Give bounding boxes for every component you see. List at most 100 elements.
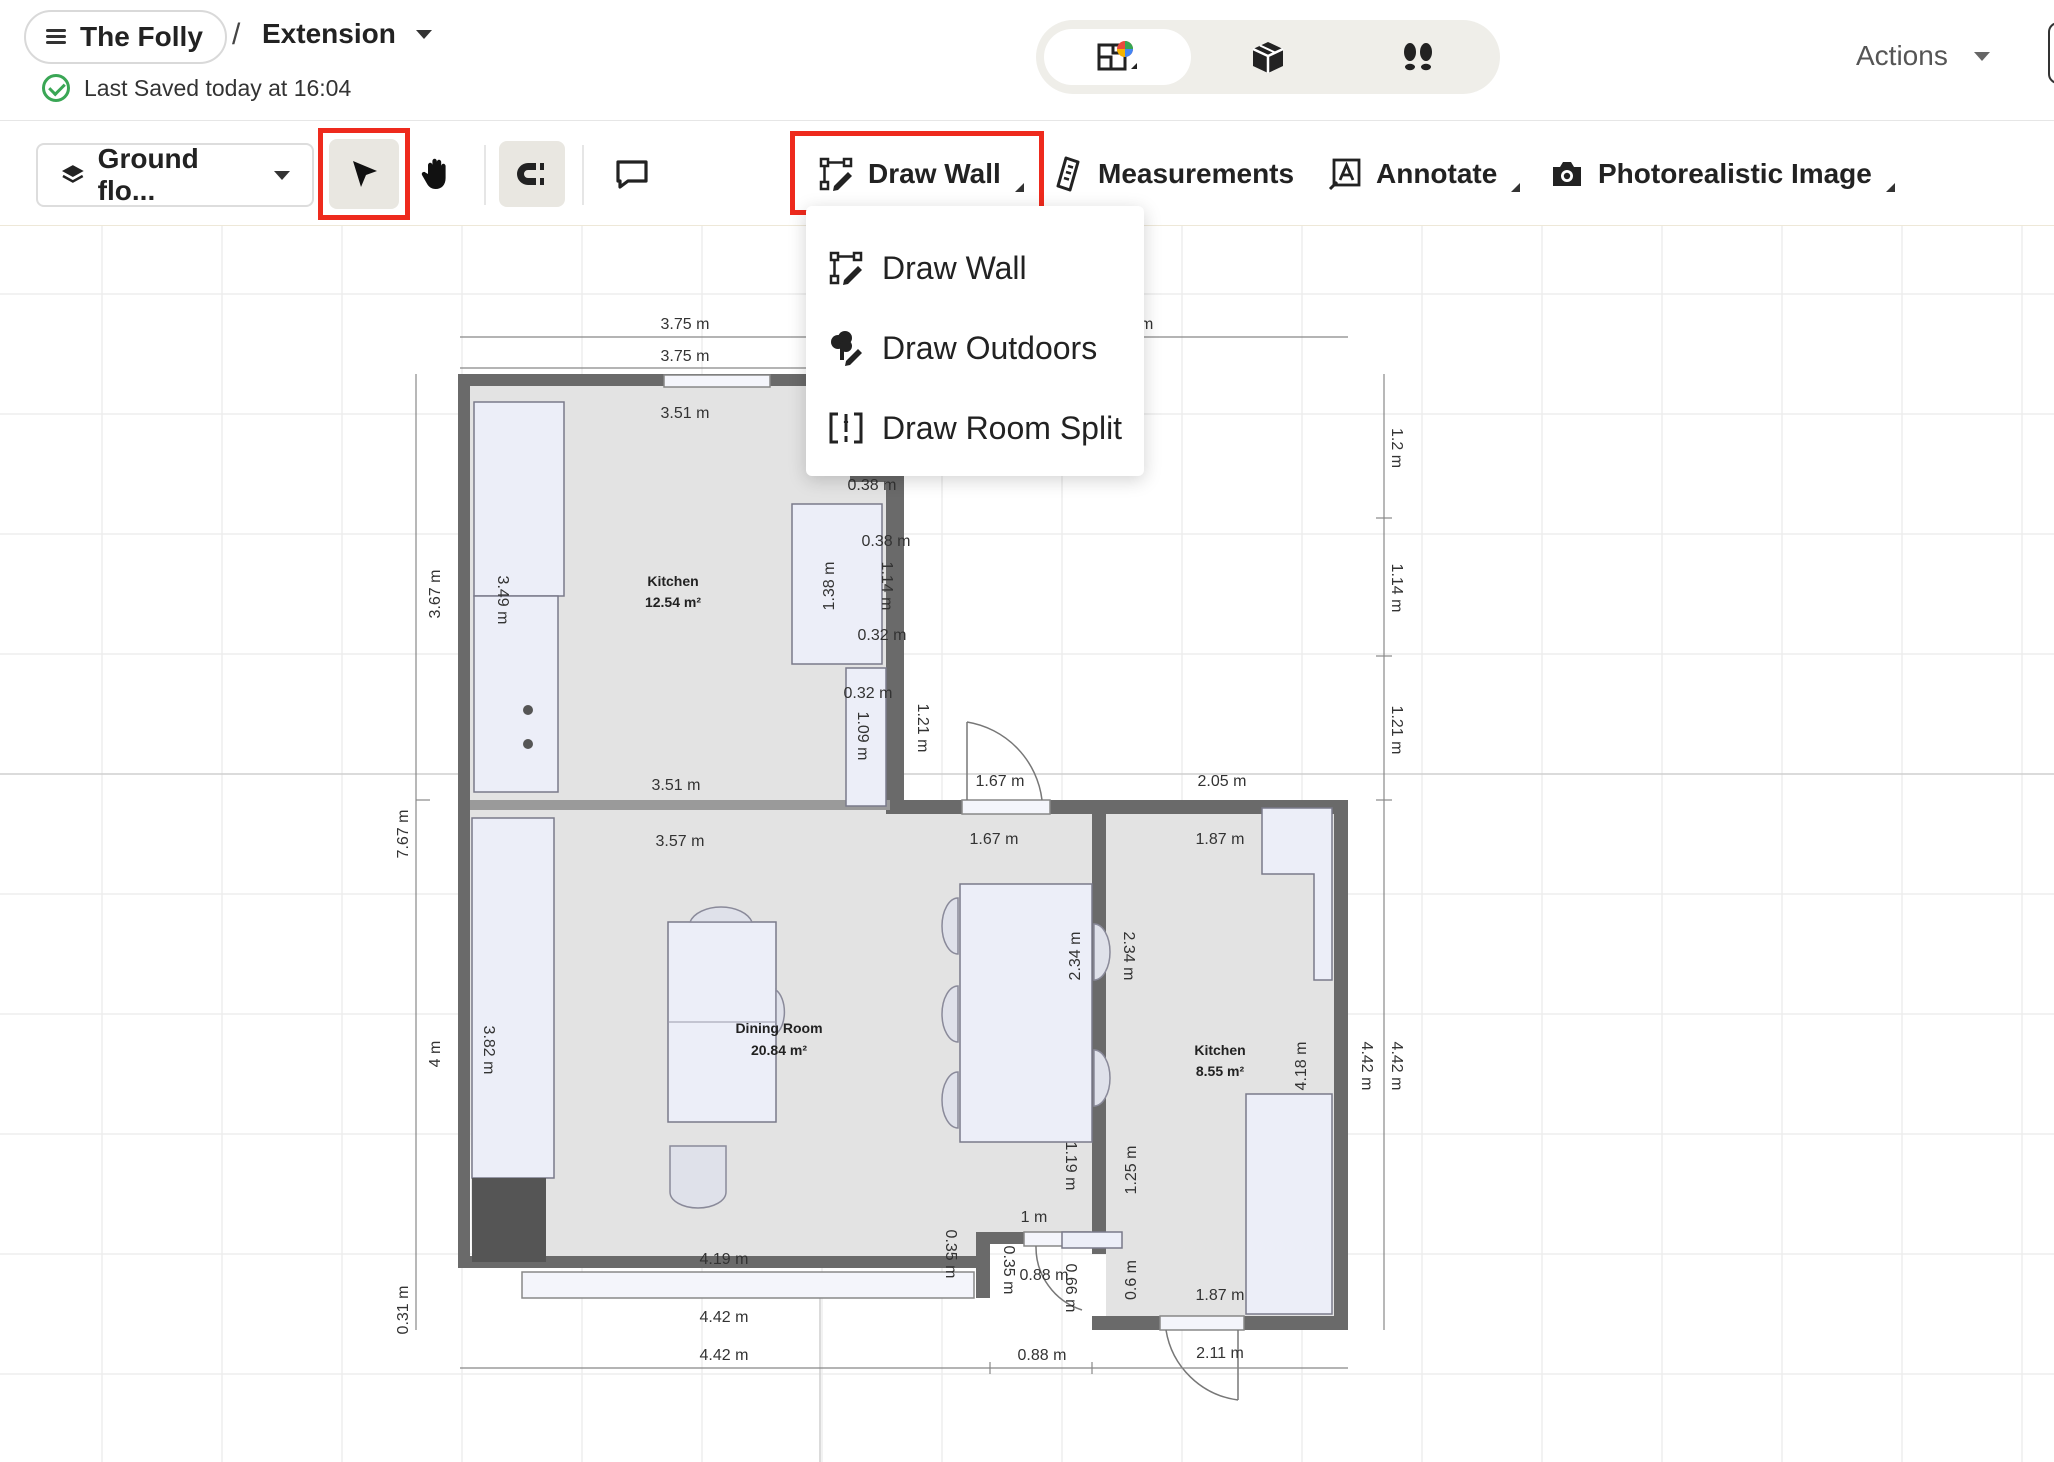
magnet-snap-icon (517, 163, 544, 185)
dim-label: 4.42 m (700, 1309, 749, 1326)
photorealistic-label: Photorealistic Image (1598, 158, 1872, 189)
camera-icon (1553, 162, 1581, 186)
floor-select[interactable]: Ground flo... (36, 143, 314, 207)
comment-bubble-icon (616, 160, 648, 189)
snap-toggle-button[interactable] (499, 141, 565, 207)
appliance (472, 1178, 546, 1262)
select-tool-highlight (318, 128, 410, 220)
menu-item-label: Draw Room Split (882, 409, 1123, 446)
cube-3d-icon (1252, 42, 1284, 73)
hamburger-menu-icon (46, 29, 66, 45)
draw-wall-icon (829, 251, 863, 285)
dim-label: 1.19 m (1062, 1142, 1079, 1191)
dim-label: 1.25 m (1123, 1146, 1140, 1195)
chevron-down-icon (415, 29, 432, 39)
ruler-icon (1056, 156, 1080, 192)
room-area: 8.55 m² (1196, 1063, 1245, 1079)
dim-label: 1.14 m (1388, 564, 1405, 613)
menu-item-label: Draw Wall (882, 249, 1027, 286)
dim-label: 3.57 m (656, 833, 705, 850)
menu-item-draw-room-split[interactable]: Draw Room Split (806, 388, 1144, 468)
dim-label: 3.67 m (427, 570, 444, 619)
photorealistic-image-button[interactable]: Photorealistic Image (1550, 149, 1895, 199)
dim-label: 1.38 m (821, 562, 838, 611)
chevron-down-icon (274, 170, 290, 180)
walkthrough-button[interactable] (1345, 29, 1492, 85)
project-name: Extension (262, 18, 396, 49)
project-dropdown[interactable]: Extension (262, 18, 432, 50)
actions-label: Actions (1856, 40, 1948, 71)
actions-menu-button[interactable]: Actions (1856, 40, 1990, 72)
draw-wall-dropdown: Draw Wall Draw Outdoors Draw Room Split (806, 206, 1144, 476)
room-split-icon (829, 412, 863, 444)
dim-label: 1.67 m (976, 773, 1025, 790)
dim-label: 1.21 m (914, 704, 931, 753)
hand-pan-icon (421, 158, 446, 189)
dim-label: 0.6 m (1123, 1260, 1140, 1300)
toolbar-divider (582, 145, 584, 205)
save-status: Last Saved today at 16:04 (42, 74, 351, 102)
measurements-label: Measurements (1098, 158, 1295, 189)
room-area: 20.84 m² (751, 1042, 807, 1058)
menu-item-draw-wall[interactable]: Draw Wall (806, 228, 1144, 308)
dim-label: 1.87 m (1196, 831, 1245, 848)
dim-label: 0.88 m (1020, 1267, 1069, 1284)
dim-label: 2.11 m (1196, 1345, 1244, 1362)
dim-label: 0.35 m (1000, 1246, 1017, 1295)
dim-label: 1.67 m (970, 831, 1019, 848)
annotate-label: Annotate (1376, 158, 1498, 189)
room-name: Kitchen (1194, 1042, 1245, 1058)
dim-label: 3.82 m (480, 1026, 497, 1075)
dim-label: 3.75 m (661, 348, 710, 365)
room-name: Kitchen (647, 573, 698, 589)
top-bar: The Folly / Extension Last Saved today a… (0, 0, 2054, 120)
measurements-button[interactable]: Measurements (1054, 149, 1294, 199)
comment-tool-button[interactable] (597, 139, 667, 209)
dim-label: 0.32 m (844, 685, 893, 702)
save-status-text: Last Saved today at 16:04 (84, 74, 352, 101)
menu-item-draw-outdoors[interactable]: Draw Outdoors (806, 308, 1144, 388)
dim-label: 1.2 m (1388, 428, 1405, 468)
workspace-menu-button[interactable]: The Folly (24, 10, 227, 64)
floor-plan-icon (1097, 41, 1137, 71)
dim-label: 4 m (427, 1041, 444, 1068)
dim-label: 1.14 m (878, 562, 895, 611)
dim-label: 0.38 m (848, 477, 897, 494)
view-2d-button[interactable] (1044, 29, 1192, 85)
chevron-down-icon (1973, 51, 1990, 61)
view-3d-button[interactable] (1194, 29, 1341, 85)
dim-label: 2.34 m (1067, 932, 1084, 981)
dim-label: 0.31 m (395, 1286, 412, 1335)
dim-label: 1.87 m (1196, 1287, 1245, 1304)
dim-label: 4.42 m (1388, 1042, 1405, 1091)
dim-label: 4.42 m (700, 1347, 749, 1364)
room-area: 12.54 m² (645, 594, 701, 610)
dim-label: 4.19 m (700, 1251, 749, 1268)
annotate-button[interactable]: Annotate (1328, 149, 1521, 199)
saved-check-icon (42, 74, 70, 102)
panel-toggle-button[interactable] (2048, 22, 2054, 84)
footprints-icon (1404, 43, 1433, 71)
draw-outdoors-icon (831, 331, 862, 366)
submenu-indicator-icon (1885, 182, 1895, 192)
dim-label: 0.38 m (862, 533, 911, 550)
draw-wall-highlight (790, 131, 1044, 215)
dim-label: 0.88 m (1018, 1347, 1067, 1364)
dim-label: 1.21 m (1388, 706, 1405, 755)
pan-tool-button[interactable] (402, 139, 472, 209)
dim-label: 1.09 m (854, 712, 871, 761)
dim-label: 2.34 m (1120, 932, 1137, 981)
dim-label: 2.05 m (1198, 773, 1247, 790)
dim-label: 7.67 m (395, 810, 412, 859)
view-mode-switch (1036, 20, 1500, 94)
menu-item-label: Draw Outdoors (882, 329, 1098, 366)
dim-label: 4.18 m (1293, 1042, 1310, 1091)
dim-label: 0.35 m (942, 1230, 959, 1279)
toolbar-divider (484, 145, 486, 205)
dim-label: 0.66 m (1062, 1264, 1079, 1313)
dim-label: 3.51 m (661, 405, 710, 422)
layers-icon (61, 165, 84, 183)
dim-label: 3.51 m (652, 777, 701, 794)
workspace-name: The Folly (80, 21, 203, 52)
dim-label: 3.49 m (494, 576, 511, 625)
